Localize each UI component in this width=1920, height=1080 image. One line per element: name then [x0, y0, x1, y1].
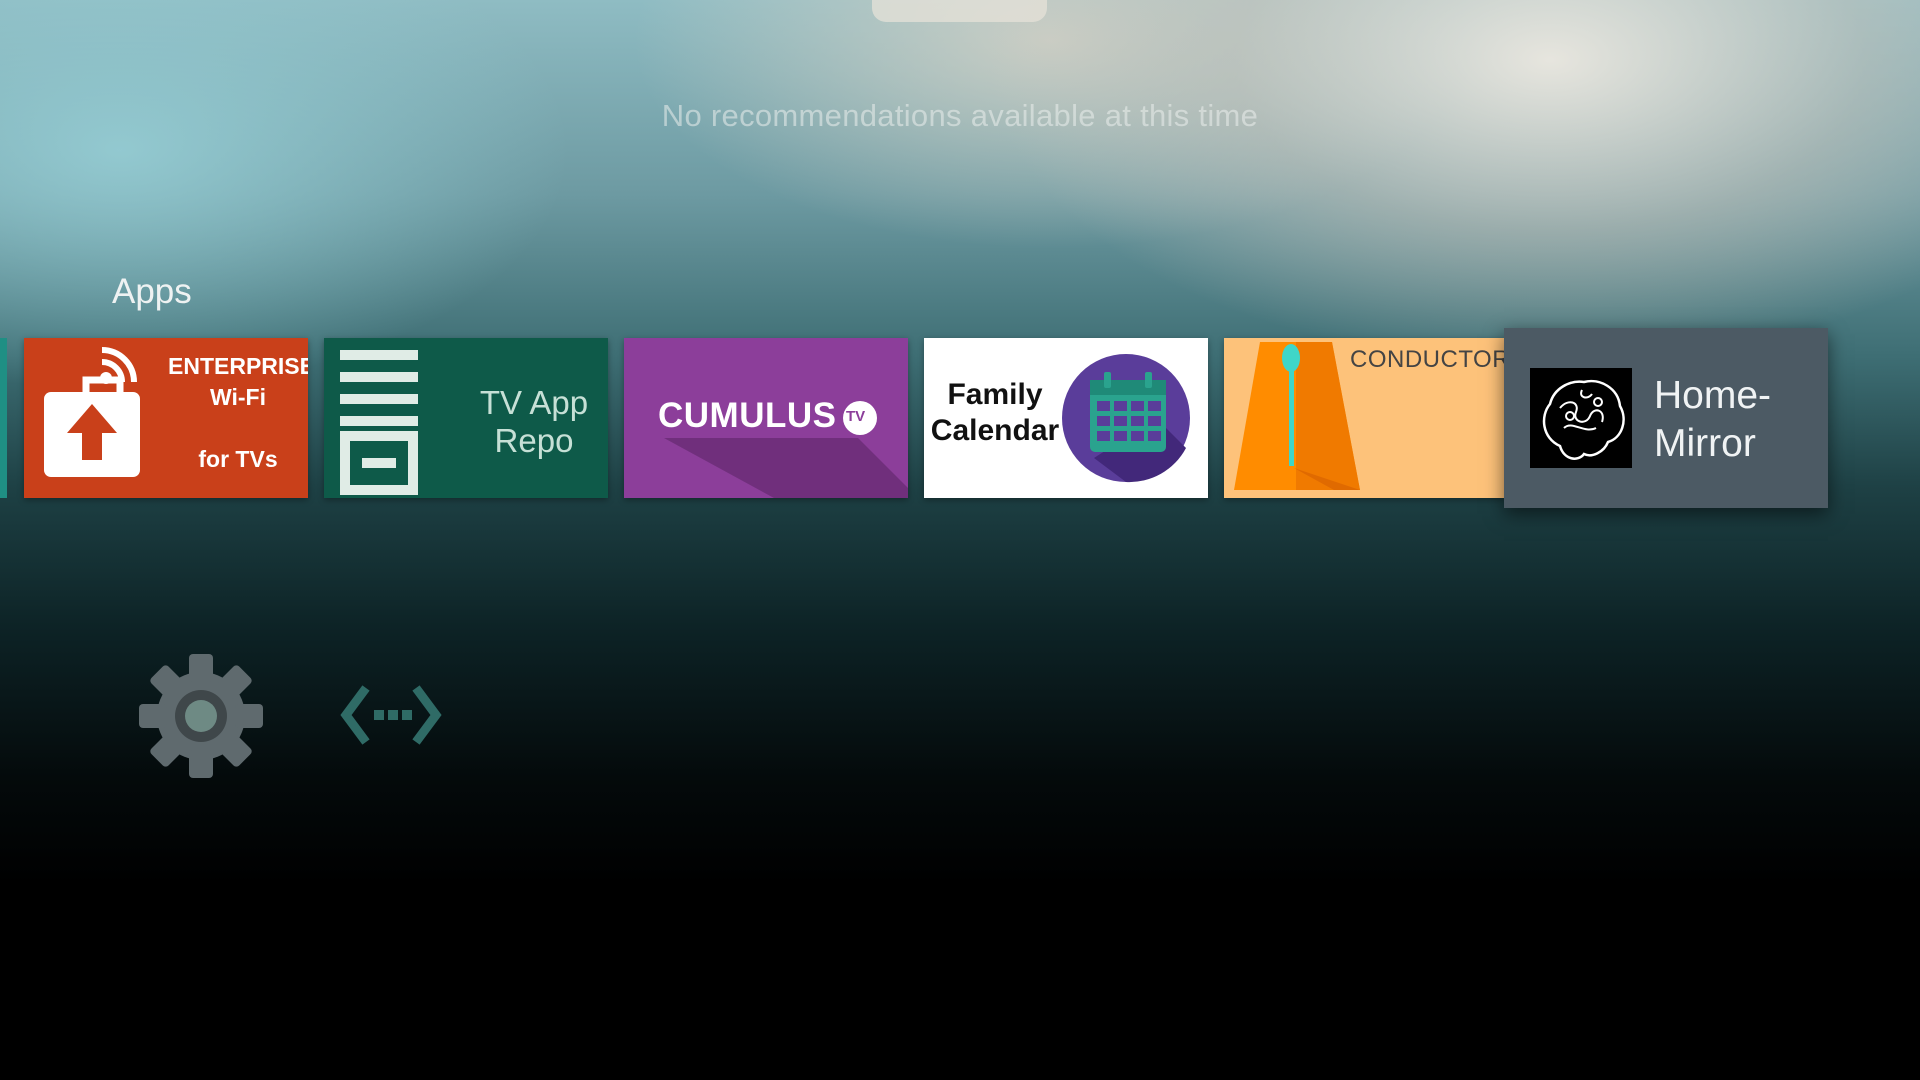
- app-label-line: Home-: [1654, 374, 1772, 417]
- tv-badge-icon: [843, 401, 877, 435]
- app-label-line: Wi-Fi: [210, 384, 266, 410]
- app-label-line: TV App: [479, 384, 589, 421]
- app-tile-enterprise-wifi[interactable]: ENTERPRISE Wi-Fi for TVs: [24, 338, 308, 498]
- app-tile-tv-app-repo[interactable]: TV App Repo: [324, 338, 608, 498]
- background: [0, 0, 1920, 1080]
- tv-badge-text: TV: [846, 408, 866, 425]
- app-label-conductor: CONDUCTOR: [1350, 346, 1504, 373]
- app-tile-home-mirror[interactable]: Home- Mirror: [1504, 328, 1828, 508]
- no-recommendations-message: No recommendations available at this tim…: [661, 98, 1259, 133]
- calendar-icon: [1062, 354, 1190, 483]
- search-tab[interactable]: [872, 0, 1047, 22]
- list-tv-icon: [340, 350, 418, 495]
- app-label-line: ENTERPRISE: [168, 353, 308, 379]
- briefcase-upload-icon: [44, 347, 140, 477]
- network-icon[interactable]: [340, 682, 442, 748]
- app-tile-family-calendar[interactable]: Family Calendar: [924, 338, 1208, 498]
- partial-app-tile[interactable]: [0, 338, 7, 498]
- apps-row-title: Apps: [112, 272, 192, 311]
- settings-gear-icon[interactable]: [137, 652, 265, 780]
- app-tile-conductor[interactable]: CONDUCTOR: [1224, 338, 1504, 498]
- brain-icon: [1530, 368, 1632, 468]
- app-label-line: for TVs: [198, 446, 278, 472]
- app-label-line: Repo: [494, 422, 574, 459]
- app-label-line: Mirror: [1654, 422, 1756, 465]
- app-tile-cumulus-tv[interactable]: CUMULUS TV: [624, 338, 908, 498]
